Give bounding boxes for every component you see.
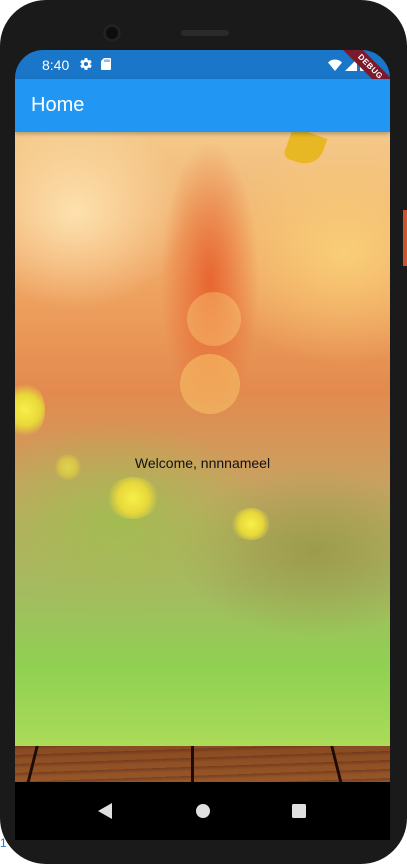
- earpiece-speaker: [181, 30, 229, 36]
- home-icon: [196, 804, 210, 818]
- wood-plank-gap: [330, 746, 363, 782]
- bokeh-light: [180, 354, 240, 414]
- sd-card-icon: [101, 58, 111, 70]
- wooden-table: [15, 746, 390, 782]
- status-time: 8:40: [42, 57, 70, 73]
- recents-button[interactable]: [284, 796, 314, 826]
- app-bar: Home: [15, 79, 390, 132]
- wood-plank-gap: [15, 746, 39, 782]
- gear-icon: [80, 58, 92, 70]
- home-button[interactable]: [188, 796, 218, 826]
- power-button[interactable]: [403, 210, 407, 266]
- welcome-message: Welcome, nnnnameel: [134, 455, 271, 471]
- flower-decoration: [231, 508, 271, 540]
- navigation-bar: [15, 782, 390, 840]
- phone-device-frame: 8:40 DEBUG Home Welcome, nnnnameel: [0, 0, 407, 864]
- front-camera: [103, 24, 121, 42]
- page-title: Home: [31, 94, 85, 116]
- back-button[interactable]: [90, 796, 120, 826]
- bokeh-light: [187, 292, 241, 346]
- flower-decoration: [107, 477, 159, 519]
- side-marker: 1: [0, 836, 7, 850]
- flower-decoration: [15, 382, 45, 438]
- phone-screen: 8:40 DEBUG Home Welcome, nnnnameel: [15, 50, 390, 840]
- wood-plank-gap: [191, 746, 194, 782]
- status-bar: 8:40 DEBUG: [15, 50, 390, 102]
- back-icon: [98, 803, 112, 819]
- recents-icon: [292, 804, 306, 818]
- leaf-decoration: [282, 132, 328, 170]
- wifi-icon: [328, 59, 342, 71]
